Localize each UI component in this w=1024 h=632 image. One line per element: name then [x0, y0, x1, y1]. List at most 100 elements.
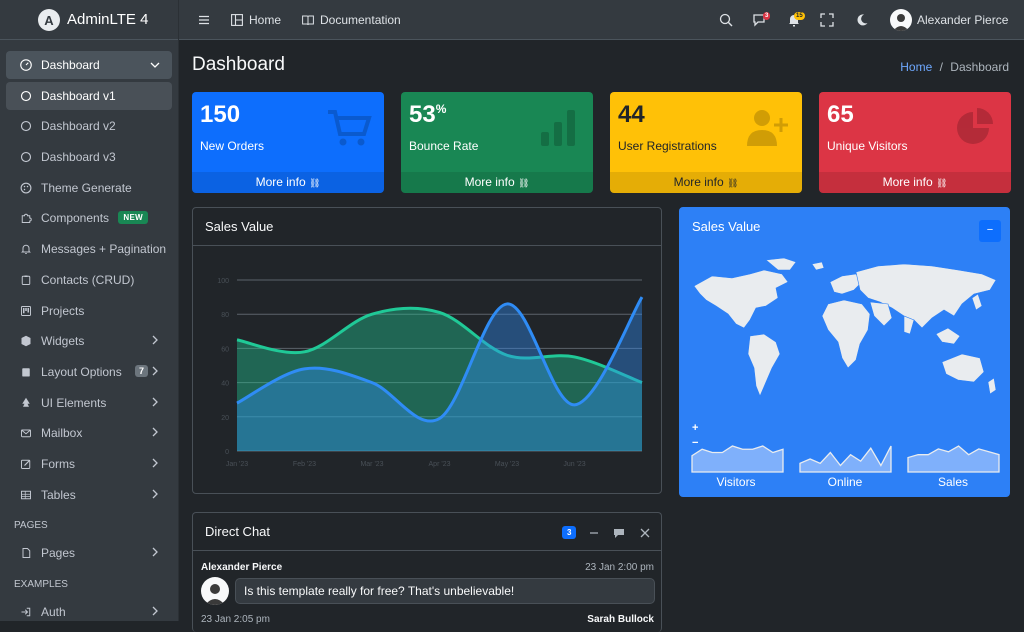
menu-toggle-icon[interactable] — [199, 15, 209, 25]
sidebar-item-auth[interactable]: Auth — [6, 598, 172, 626]
message-time: 23 Jan 2:05 pm — [201, 614, 270, 625]
sidebar-item-mailbox[interactable]: Mailbox — [6, 419, 172, 447]
sidebar-item-dashboard-v3[interactable]: Dashboard v3 — [6, 143, 172, 171]
sidebar-item-label: Dashboard — [41, 58, 100, 72]
file-icon — [19, 546, 33, 560]
minimize-icon[interactable] — [589, 528, 599, 538]
stat-box-bounce: 53% Bounce Rate More info ⛓ — [401, 92, 593, 193]
y-tick-label: 80 — [221, 312, 229, 319]
x-tick-label: Jan '23 — [226, 461, 248, 468]
sidebar-item-components[interactable]: Components NEW — [6, 204, 172, 232]
chevron-right-icon — [152, 366, 158, 376]
message-bubble: Is this template really for free? That's… — [235, 578, 655, 604]
brand-link[interactable]: A AdminLTE 4 — [0, 0, 178, 40]
more-info-link[interactable]: More info ⛓ — [819, 172, 1011, 193]
sparkline-0 — [691, 445, 784, 473]
sidebar-item-label: Dashboard v3 — [41, 150, 116, 165]
speedometer-icon — [19, 58, 33, 72]
sidebar-item-pages[interactable]: Pages — [6, 539, 172, 567]
home-link[interactable]: Home — [231, 13, 281, 27]
y-tick-label: 100 — [217, 278, 229, 285]
sidebar-item-contacts[interactable]: Contacts (CRUD) — [6, 266, 172, 294]
pencil-square-icon — [19, 457, 33, 471]
map-zoom-in[interactable]: + — [692, 422, 698, 434]
y-tick-label: 60 — [221, 346, 229, 353]
link-icon: ⛓ — [308, 178, 321, 188]
sidebar-item-dashboard[interactable]: Dashboard — [6, 51, 172, 79]
world-map — [693, 258, 997, 397]
message-author: Sarah Bullock — [587, 614, 654, 625]
sidebar-item-label: Tables — [41, 487, 76, 502]
chevron-right-icon — [152, 427, 158, 437]
bar-chart-icon — [541, 110, 575, 146]
close-icon[interactable] — [640, 528, 650, 538]
pie-chart-icon — [957, 108, 993, 144]
sidebar-item-label: Layout Options — [41, 364, 122, 379]
sidebar-item-messages[interactable]: Messages + Pagination — [6, 235, 172, 263]
chevron-down-icon — [150, 62, 160, 68]
circle-icon — [19, 89, 33, 103]
sidebar-item-forms[interactable]: Forms — [6, 450, 172, 478]
sidebar-nav: Dashboard Dashboard v1 Dashboard v2 Dash… — [6, 51, 172, 629]
more-info-link[interactable]: More info ⛓ — [401, 172, 593, 193]
sparkline-label-sales: Sales — [937, 475, 969, 489]
user-avatar[interactable] — [890, 9, 912, 31]
moon-icon[interactable] — [855, 13, 869, 27]
stat-label: User Registrations — [618, 139, 717, 153]
sidebar-item-dashboard-v1[interactable]: Dashboard v1 — [6, 81, 172, 110]
top-navbar: Home Documentation 3 15 Alexander Pierce — [179, 0, 1024, 40]
stat-value: 44 — [618, 101, 645, 128]
sidebar-item-label: Auth — [41, 605, 66, 619]
chat-count-badge: 3 — [562, 526, 577, 539]
x-tick-label: Mar '23 — [360, 461, 383, 468]
book-icon — [302, 15, 314, 26]
sidebar-item-widgets[interactable]: Widgets — [6, 327, 172, 355]
nav-header-examples: EXAMPLES — [14, 579, 68, 590]
sidebar-item-dashboard-v2[interactable]: Dashboard v2 — [6, 112, 172, 140]
tree-icon — [19, 396, 33, 410]
sidebar-item-layout-options[interactable]: Layout Options 7 — [6, 358, 172, 386]
more-info-link[interactable]: More info ⛓ — [192, 172, 384, 193]
box-icon — [19, 334, 33, 348]
sidebar-item-ui-elements[interactable]: UI Elements — [6, 389, 172, 417]
x-tick-label: May '23 — [495, 461, 519, 468]
link-icon: ⛓ — [935, 178, 948, 188]
chevron-right-icon — [152, 547, 158, 557]
sparkline-1 — [799, 445, 892, 473]
message-avatar — [201, 577, 229, 605]
card-title: Sales Value — [193, 208, 661, 246]
sidebar-item-theme-generate[interactable]: Theme Generate — [6, 174, 172, 202]
collapse-button[interactable]: − — [979, 220, 1001, 242]
fullscreen-icon[interactable] — [820, 13, 834, 27]
puzzle-icon — [19, 211, 33, 225]
breadcrumb-current: Dashboard — [950, 60, 1009, 74]
documentation-link[interactable]: Documentation — [302, 13, 401, 27]
clipboard-fill-icon — [19, 365, 33, 379]
sidebar-item-label: Components — [41, 211, 110, 226]
card-title: Sales Value — [692, 219, 761, 234]
x-tick-label: Apr '23 — [429, 461, 451, 468]
sales-map-card: Sales Value − + − Visitors Online Sales — [679, 207, 1010, 497]
breadcrumb-home[interactable]: Home — [900, 60, 932, 74]
stat-value: 53% — [409, 101, 447, 128]
direct-chat-card: Direct Chat 3 Alexander Pierce 23 Jan 2:… — [192, 512, 662, 632]
sidebar-item-label: Contacts (CRUD) — [41, 272, 135, 287]
chevron-right-icon — [152, 606, 158, 616]
x-tick-label: Feb '23 — [293, 461, 316, 468]
brand-name: AdminLTE 4 — [67, 11, 149, 28]
stat-box-registrations: 44 User Registrations More info ⛓ — [610, 92, 802, 193]
link-icon: ⛓ — [726, 178, 739, 188]
chat-toggle-icon[interactable] — [613, 527, 625, 539]
more-info-link[interactable]: More info ⛓ — [610, 172, 802, 193]
sidebar-item-label: Dashboard v1 — [41, 88, 116, 103]
y-tick-label: 0 — [225, 449, 229, 456]
sidebar-item-label: Messages + Pagination — [41, 242, 167, 257]
palette-icon — [19, 181, 33, 195]
stat-value: 150 — [200, 101, 241, 128]
search-icon[interactable] — [719, 13, 733, 27]
documentation-link-label: Documentation — [320, 13, 401, 27]
sales-area-chart: 0 20 40 60 80 100 Jan '23 Feb '23 Mar '23 Apr '23… — [217, 278, 644, 468]
user-name[interactable]: Alexander Pierce — [917, 13, 1008, 27]
sidebar-item-tables[interactable]: Tables — [6, 481, 172, 509]
sidebar-item-projects[interactable]: Projects — [6, 297, 172, 325]
